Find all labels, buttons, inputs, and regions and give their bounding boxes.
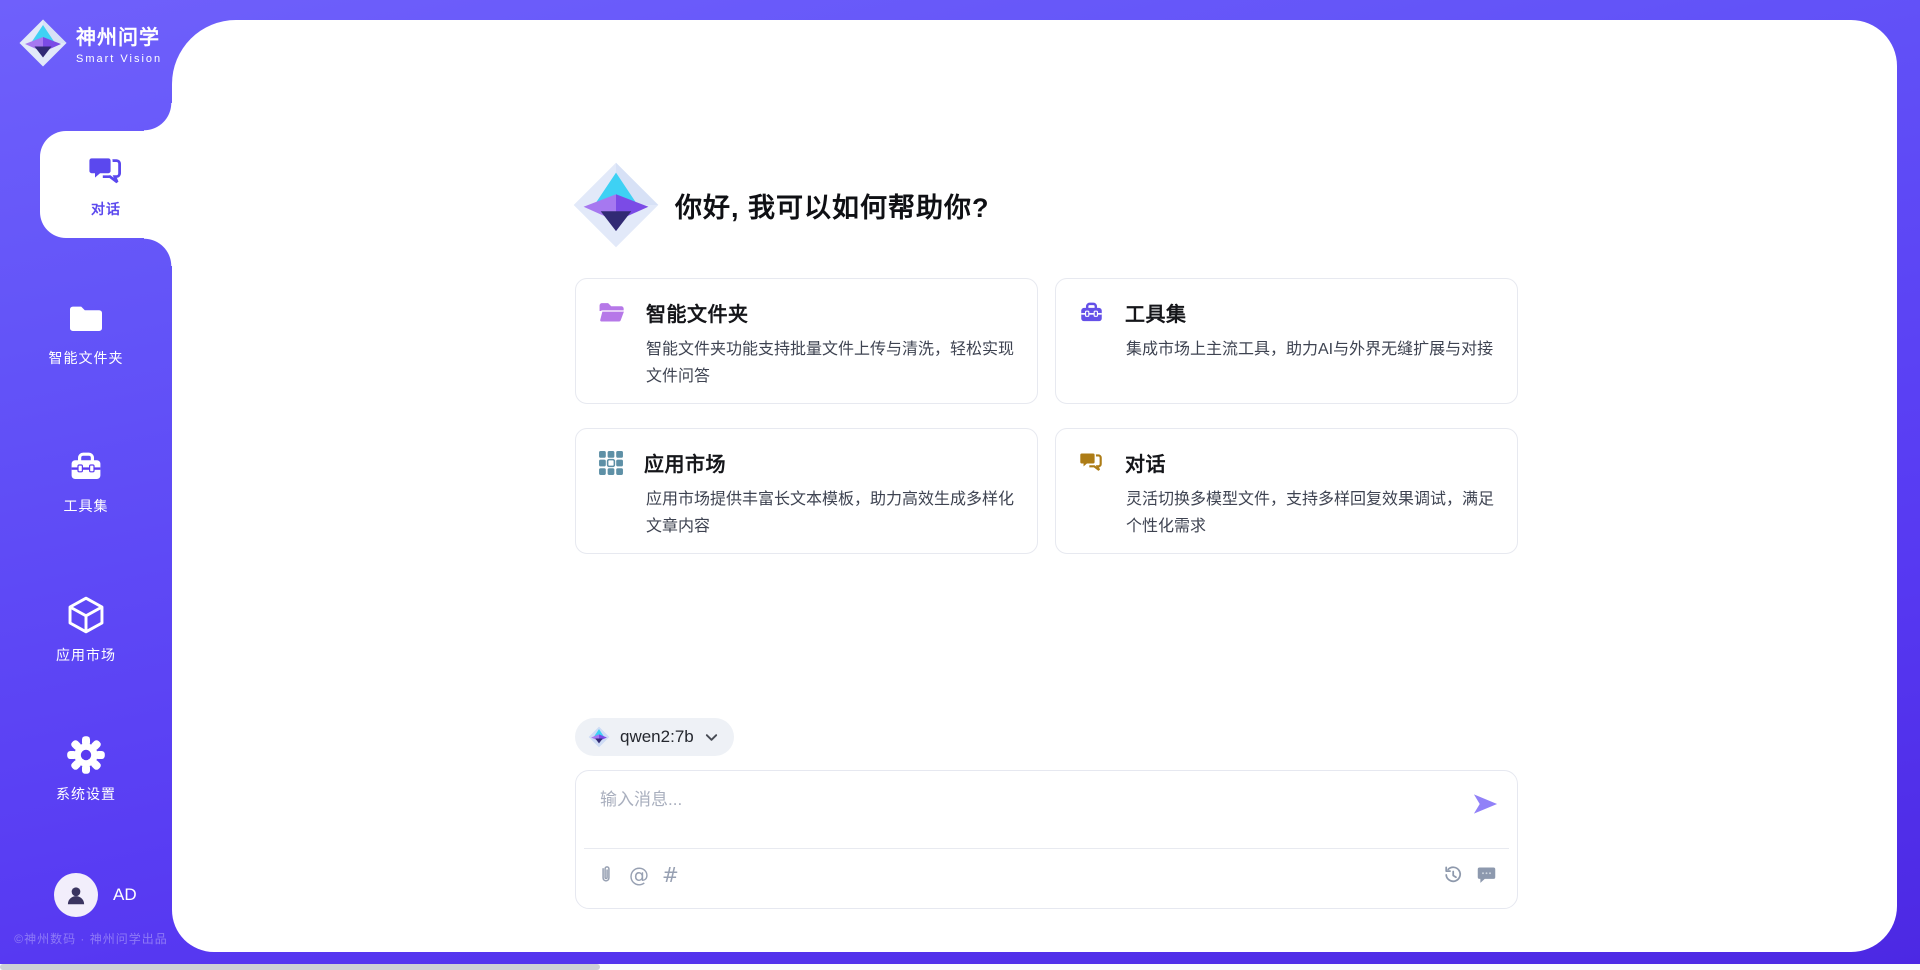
cube-icon bbox=[65, 594, 107, 636]
toolbox-icon bbox=[66, 447, 106, 487]
card-description: 灵活切换多模型文件，支持多样回复效果调试，满足个性化需求 bbox=[1126, 486, 1508, 540]
active-tab-curve-bottom bbox=[144, 238, 172, 266]
chevron-down-icon bbox=[704, 730, 719, 745]
composer-tools-right bbox=[1442, 864, 1497, 885]
active-tab-curve-top bbox=[144, 103, 172, 131]
sidebar-item-label: 系统设置 bbox=[56, 784, 116, 804]
paperclip-icon[interactable] bbox=[596, 864, 616, 886]
brand-title: 神州问学 bbox=[76, 21, 162, 50]
toolbox-icon bbox=[1078, 299, 1105, 326]
model-name: qwen2:7b bbox=[620, 727, 694, 747]
sidebar-item-label: 工具集 bbox=[64, 496, 109, 516]
at-icon[interactable]: @ bbox=[629, 864, 649, 886]
user-name: AD bbox=[113, 885, 137, 905]
brand-diamond-icon bbox=[18, 18, 68, 68]
copyright-text: ©神州数码 · 神州问学出品 bbox=[0, 930, 182, 947]
chat-icon bbox=[1078, 449, 1105, 476]
card-title: 对话 bbox=[1125, 448, 1166, 477]
card-chat[interactable]: 对话 灵活切换多模型文件，支持多样回复效果调试，满足个性化需求 bbox=[1055, 428, 1518, 554]
card-smart-folder[interactable]: 智能文件夹 智能文件夹功能支持批量文件上传与清洗，轻松实现文件问答 bbox=[575, 278, 1038, 404]
message-composer: @ # bbox=[575, 770, 1518, 909]
card-description: 智能文件夹功能支持批量文件上传与清洗，轻松实现文件问答 bbox=[646, 336, 1028, 390]
folder-icon bbox=[66, 299, 106, 339]
main-panel: 你好, 我可以如何帮助你? 智能文件夹 智能文件夹功能支持批量文件上传与清洗，轻… bbox=[172, 20, 1897, 952]
brand-diamond-icon bbox=[571, 160, 661, 250]
feature-cards: 智能文件夹 智能文件夹功能支持批量文件上传与清洗，轻松实现文件问答 工具集 集成… bbox=[575, 278, 1518, 554]
card-app-market[interactable]: 应用市场 应用市场提供丰富长文本模板，助力高效生成多样化文章内容 bbox=[575, 428, 1038, 554]
horizontal-scrollbar-thumb[interactable] bbox=[0, 964, 600, 970]
card-title: 应用市场 bbox=[644, 448, 726, 477]
hash-icon[interactable]: # bbox=[662, 864, 679, 886]
send-icon[interactable] bbox=[1472, 792, 1499, 816]
model-selector[interactable]: qwen2:7b bbox=[575, 718, 734, 756]
history-icon[interactable] bbox=[1442, 864, 1463, 885]
sidebar-item-toolset[interactable]: 工具集 bbox=[0, 447, 172, 516]
brand-subtitle: Smart Vision bbox=[76, 53, 162, 65]
brand-diamond-icon bbox=[588, 726, 610, 748]
brand: 神州问学 Smart Vision bbox=[18, 18, 162, 68]
card-description: 集成市场上主流工具，助力AI与外界无缝扩展与对接 bbox=[1126, 336, 1508, 363]
person-icon bbox=[63, 882, 89, 908]
folder-open-icon bbox=[598, 300, 626, 325]
sidebar: 神州问学 Smart Vision 对话 智能文件夹 bbox=[0, 0, 172, 970]
user-profile[interactable]: AD bbox=[54, 873, 137, 917]
sidebar-item-smart-folder[interactable]: 智能文件夹 bbox=[0, 299, 172, 368]
chat-bubble-icon[interactable] bbox=[1476, 864, 1497, 885]
sidebar-item-chat[interactable]: 对话 bbox=[40, 131, 172, 238]
card-toolset[interactable]: 工具集 集成市场上主流工具，助力AI与外界无缝扩展与对接 bbox=[1055, 278, 1518, 404]
sidebar-item-label: 应用市场 bbox=[56, 645, 116, 665]
avatar bbox=[54, 873, 98, 917]
grid-icon bbox=[598, 450, 624, 476]
card-title: 工具集 bbox=[1125, 298, 1187, 327]
sidebar-item-settings[interactable]: 系统设置 bbox=[0, 735, 172, 804]
composer-divider bbox=[584, 848, 1509, 849]
greeting-block: 你好, 我可以如何帮助你? bbox=[571, 160, 990, 250]
message-input[interactable] bbox=[600, 786, 1430, 814]
sidebar-item-label: 对话 bbox=[91, 199, 121, 219]
chat-icon bbox=[86, 151, 126, 191]
greeting-title: 你好, 我可以如何帮助你? bbox=[675, 186, 990, 225]
card-description: 应用市场提供丰富长文本模板，助力高效生成多样化文章内容 bbox=[646, 486, 1028, 540]
sidebar-item-app-market[interactable]: 应用市场 bbox=[0, 594, 172, 665]
composer-tools-left: @ # bbox=[596, 864, 679, 886]
sidebar-item-label: 智能文件夹 bbox=[49, 348, 124, 368]
horizontal-scrollbar-track[interactable] bbox=[0, 964, 1920, 970]
gear-icon bbox=[66, 735, 106, 775]
card-title: 智能文件夹 bbox=[646, 298, 749, 327]
